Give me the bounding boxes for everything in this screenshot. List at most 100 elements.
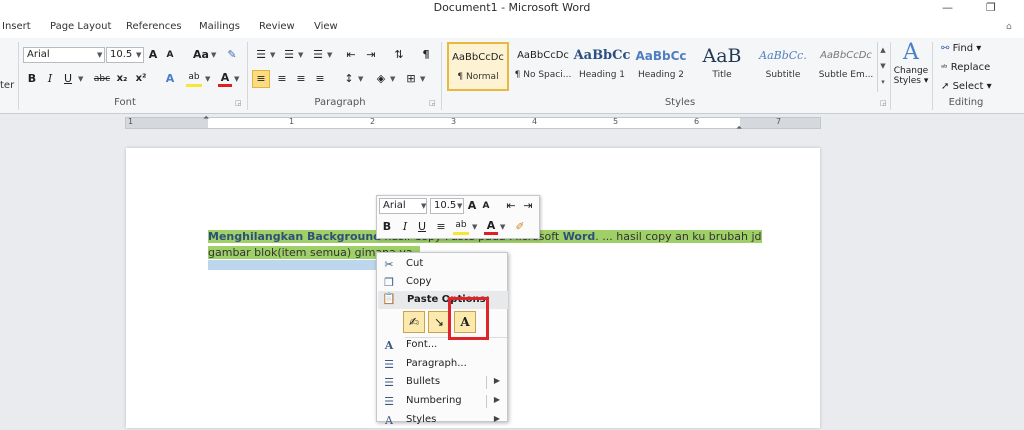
menu-item-cut[interactable]: ✂ Cut	[377, 255, 507, 274]
dialog-launcher-icon[interactable]: ◲	[880, 99, 887, 107]
italic-button[interactable]: I	[44, 71, 56, 87]
mini-center-icon[interactable]: ≡	[434, 219, 448, 235]
sort-icon[interactable]: ⇅	[392, 47, 406, 63]
style-heading-1[interactable]: AaBbCc Heading 1	[571, 42, 633, 91]
replace-icon: ᵃᵇ	[941, 63, 948, 72]
mini-underline-button[interactable]: U	[416, 219, 428, 235]
style-subtle-emphasis[interactable]: AaBbCcDc Subtle Em...	[815, 42, 877, 91]
chevron-down-icon[interactable]: ▼	[97, 51, 102, 59]
font-color-button[interactable]: A	[218, 71, 232, 87]
chevron-down-icon[interactable]: ▼	[500, 223, 505, 231]
format-painter-label[interactable]: ter	[0, 80, 14, 91]
menu-item-styles[interactable]: A Styles ▶	[377, 411, 507, 430]
chevron-down-icon[interactable]: ▼	[421, 202, 426, 210]
chevron-down-icon[interactable]: ▼	[358, 75, 363, 83]
paste-merge-formatting-icon[interactable]: ↘	[428, 311, 450, 333]
mini-shrink-font-icon[interactable]: A	[481, 198, 491, 214]
chevron-down-icon[interactable]: ▼	[270, 51, 275, 59]
highlight-button[interactable]: ab	[186, 71, 202, 87]
mini-bold-button[interactable]: B	[381, 219, 393, 235]
grow-font-button[interactable]: A	[146, 47, 160, 63]
tab-view[interactable]: View	[314, 21, 338, 32]
mini-highlight-icon[interactable]: ab	[453, 219, 469, 235]
show-marks-button[interactable]: ¶	[420, 47, 432, 63]
align-left-icon[interactable]: ≡	[252, 70, 270, 88]
increase-indent-icon[interactable]: ⇥	[364, 47, 378, 63]
menu-item-copy[interactable]: ❐ Copy	[377, 273, 507, 292]
dialog-launcher-icon[interactable]: ◲	[235, 99, 242, 107]
style-subtitle[interactable]: AaBbCc. Subtitle	[752, 42, 814, 91]
group-separator	[18, 42, 19, 110]
mini-font-name[interactable]: Arial	[379, 198, 427, 214]
chevron-down-icon[interactable]: ▼	[234, 75, 239, 83]
style-normal[interactable]: AaBbCcDc ¶ Normal	[447, 42, 509, 91]
align-right-icon[interactable]: ≡	[294, 71, 308, 87]
right-indent-marker-icon[interactable]: ⏶	[736, 123, 742, 133]
style-heading-2[interactable]: AaBbCc Heading 2	[630, 42, 692, 91]
mini-font-size-value: 10.5	[434, 200, 457, 211]
style-preview: AaBbCcDc	[820, 50, 872, 61]
menu-item-label: Numbering	[406, 395, 462, 406]
bullets-icon[interactable]: ☰	[254, 47, 268, 63]
styles-icon: A	[385, 414, 393, 427]
menu-item-bullets[interactable]: ☰ Bullets ▶	[377, 373, 507, 392]
shading-icon[interactable]: ◈	[374, 71, 388, 87]
justify-icon[interactable]: ≡	[313, 71, 327, 87]
minimize-button[interactable]: —	[942, 1, 953, 14]
multilevel-list-icon[interactable]: ☰	[311, 47, 325, 63]
chevron-down-icon[interactable]: ▼	[78, 75, 83, 83]
paste-keep-source-formatting-icon[interactable]: ✍	[403, 311, 425, 333]
replace-button[interactable]: ᵃᵇ Replace	[941, 62, 990, 73]
bold-button[interactable]: B	[26, 71, 38, 87]
superscript-button[interactable]: x²	[134, 71, 148, 87]
chevron-down-icon[interactable]: ▼	[472, 223, 477, 231]
strikethrough-button[interactable]: abc	[92, 71, 112, 87]
numbering-icon[interactable]: ☰	[282, 47, 296, 63]
styles-scroll[interactable]: ▲ ▼ ▾	[877, 42, 888, 92]
chevron-down-icon[interactable]: ▼	[205, 75, 210, 83]
text-effects-icon[interactable]: A	[163, 71, 177, 87]
mini-grow-font-icon[interactable]: A	[466, 198, 478, 214]
mini-font-color-icon[interactable]: A	[484, 219, 498, 235]
format-painter-icon[interactable]: ✐	[512, 219, 528, 235]
tab-insert[interactable]: Insert	[2, 21, 31, 32]
borders-icon[interactable]: ⊞	[404, 71, 418, 87]
tab-review[interactable]: Review	[259, 21, 295, 32]
line-spacing-icon[interactable]: ↕	[342, 71, 356, 87]
horizontal-ruler[interactable]	[125, 117, 821, 129]
help-icon[interactable]: ⌂	[1006, 22, 1012, 32]
underline-button[interactable]: U	[62, 71, 74, 87]
tab-mailings[interactable]: Mailings	[199, 21, 240, 32]
shrink-font-button[interactable]: A	[164, 47, 176, 63]
change-styles-button[interactable]: A Change Styles ▾	[893, 40, 929, 94]
chevron-down-icon[interactable]: ▼	[298, 51, 303, 59]
mini-indent-decrease-icon[interactable]: ⇤	[504, 198, 518, 214]
decrease-indent-icon[interactable]: ⇤	[344, 47, 358, 63]
menu-item-numbering[interactable]: ☰ Numbering ▶	[377, 392, 507, 411]
style-title[interactable]: AaB Title	[691, 42, 753, 91]
chevron-down-icon[interactable]: ▼	[390, 75, 395, 83]
menu-item-paragraph[interactable]: ☰ Paragraph...	[377, 355, 507, 374]
style-no-spacing[interactable]: AaBbCcDc ¶ No Spaci...	[511, 42, 575, 91]
font-name-box[interactable]: Arial	[23, 47, 105, 63]
chevron-down-icon[interactable]: ▼	[457, 202, 462, 210]
find-button[interactable]: ⚯ Find ▾	[941, 43, 981, 54]
chevron-down-icon[interactable]: ▼	[327, 51, 332, 59]
chevron-down-icon[interactable]: ▼	[211, 51, 216, 59]
chevron-down-icon[interactable]: ▼	[136, 51, 141, 59]
style-preview: AaBbCcDc	[452, 52, 504, 63]
tab-references[interactable]: References	[126, 21, 182, 32]
dialog-launcher-icon[interactable]: ◲	[429, 99, 436, 107]
clear-formatting-icon[interactable]: ✎	[224, 47, 240, 63]
chevron-down-icon[interactable]: ▼	[420, 75, 425, 83]
indent-marker-icon[interactable]: ⏶	[203, 113, 209, 123]
align-center-icon[interactable]: ≡	[275, 71, 289, 87]
mini-italic-button[interactable]: I	[399, 219, 411, 235]
select-button[interactable]: ➚ Select ▾	[941, 81, 992, 92]
tab-page-layout[interactable]: Page Layout	[50, 21, 111, 32]
binoculars-icon: ⚯	[941, 43, 950, 54]
subscript-button[interactable]: x₂	[115, 71, 129, 87]
change-case-button[interactable]: Aa	[192, 47, 210, 63]
mini-indent-increase-icon[interactable]: ⇥	[521, 198, 535, 214]
restore-button[interactable]: ❐	[986, 1, 996, 14]
